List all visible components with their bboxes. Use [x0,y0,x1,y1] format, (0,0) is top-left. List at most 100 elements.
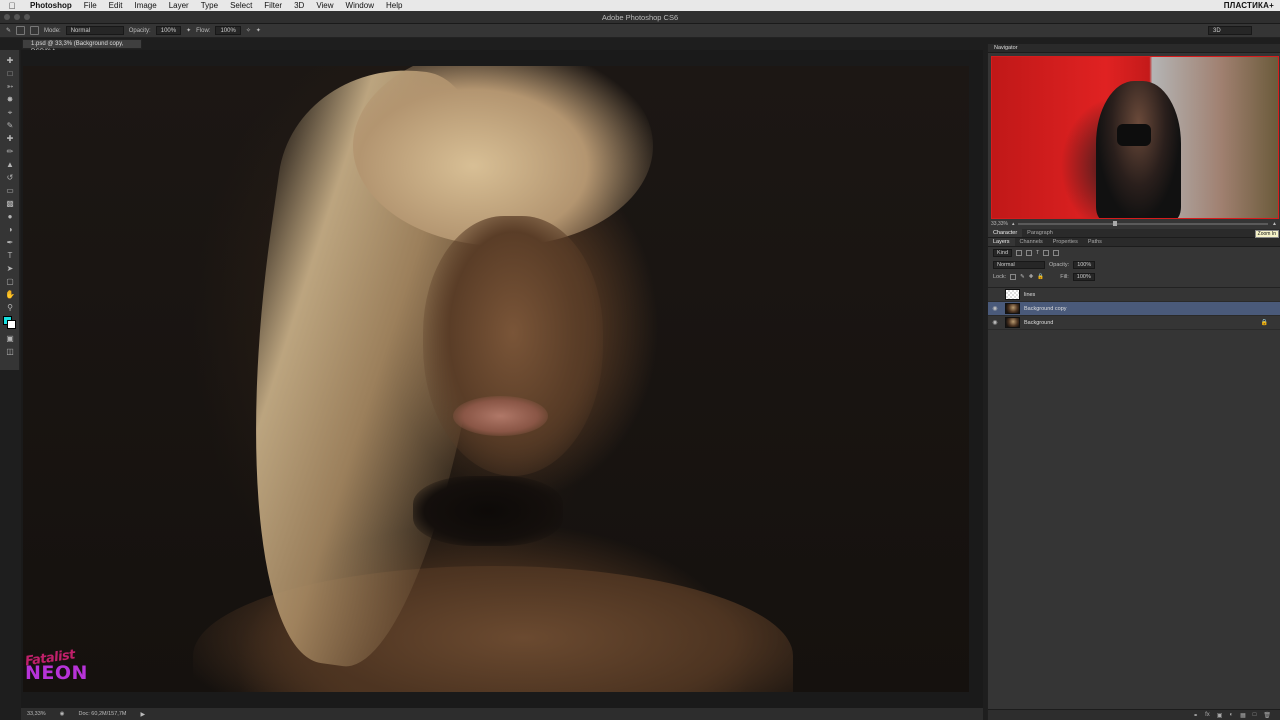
layer-name[interactable]: Background copy [1024,306,1067,312]
adjustment-layer-icon[interactable]: ◐ [1229,712,1233,718]
menu-image[interactable]: Image [128,1,162,10]
layer-row-background-copy[interactable]: ◉ Background copy [988,302,1280,316]
navigator-view-frame[interactable] [991,56,1279,219]
workspace-select[interactable]: 3D [1208,26,1252,35]
menu-file[interactable]: File [78,1,103,10]
menu-select[interactable]: Select [224,1,258,10]
airbrush-icon[interactable]: ✧ [246,27,251,34]
zoom-level-field[interactable]: 33,33% [27,711,46,717]
healing-brush-tool-icon[interactable]: ✚ [0,132,20,145]
pressure-opacity-icon[interactable]: ✦ [186,27,191,34]
new-layer-icon[interactable]: □ [1253,712,1257,718]
layer-kind-filter[interactable]: Kind [993,249,1013,257]
tab-character[interactable]: Character [988,229,1023,237]
path-select-tool-icon[interactable]: ➤ [0,262,20,275]
navigator-header[interactable]: Navigator [988,44,1280,53]
navigator-preview[interactable] [991,56,1279,219]
document-canvas[interactable]: Fatalist NEON [21,50,983,707]
tab-paragraph[interactable]: Paragraph [1022,229,1058,237]
zoom-tool-icon[interactable]: ⚲ [0,301,20,314]
gradient-tool-icon[interactable]: ▩ [0,197,20,210]
quick-mask-icon[interactable]: ▣ [0,332,20,345]
opacity-field[interactable]: 100% [155,26,182,35]
lock-image-icon[interactable]: ✎ [1020,274,1025,280]
pressure-size-icon[interactable]: ✦ [256,27,261,34]
layer-thumbnail [1005,317,1020,328]
eraser-tool-icon[interactable]: ▭ [0,184,20,197]
lock-transparent-icon[interactable] [1010,274,1017,280]
layer-row-background[interactable]: ◉ Background 🔒 [988,316,1280,330]
clone-stamp-tool-icon[interactable]: ▲ [0,158,20,171]
eye-icon[interactable]: ◉ [988,319,1002,326]
zoom-in-icon[interactable]: ▲ [1272,221,1277,227]
new-group-icon[interactable]: ▦ [1240,712,1246,719]
menu-window[interactable]: Window [340,1,380,10]
crop-tool-icon[interactable]: ⌖ [0,106,20,119]
menu-filter[interactable]: Filter [258,1,288,10]
dodge-tool-icon[interactable]: ◑ [0,223,20,236]
menu-view[interactable]: View [310,1,339,10]
tab-channels[interactable]: Channels [1015,238,1048,246]
shape-tool-icon[interactable]: ▢ [0,275,20,288]
blend-mode-select[interactable]: Normal [993,261,1045,269]
filter-smart-object-icon[interactable] [1053,250,1060,256]
layer-style-icon[interactable]: fx [1205,712,1210,718]
eyedropper-tool-icon[interactable]: ✎ [0,119,20,132]
document-tab[interactable]: 1.psd @ 33,3% (Background copy, RGB/8) * [22,39,142,55]
tab-properties[interactable]: Properties [1048,238,1083,246]
brush-tool-icon[interactable]: ✏ [0,145,20,158]
opacity-label: Opacity: [128,27,151,34]
layer-opacity-label: Opacity: [1049,262,1070,268]
status-info-icon[interactable]: ◉ [60,711,65,717]
filter-pixel-icon[interactable] [1016,250,1023,256]
layer-row-lines[interactable]: lines [988,288,1280,302]
layer-opacity-field[interactable]: 100% [1073,261,1096,269]
tab-layers[interactable]: Layers [988,238,1015,246]
layers-tabs: Layers Channels Properties Paths [988,238,1280,247]
filter-shape-icon[interactable] [1043,250,1050,256]
tab-paths[interactable]: Paths [1083,238,1107,246]
layer-name[interactable]: Background [1024,320,1053,326]
pen-tool-icon[interactable]: ✒ [0,236,20,249]
add-mask-icon[interactable]: ▣ [1217,712,1223,719]
link-layers-icon[interactable]: ⚭ [1193,712,1198,719]
mode-select[interactable]: Normal [65,26,124,35]
zoom-out-icon[interactable]: ▴ [1012,221,1015,227]
status-bar: 33,33% ◉ Doc: 60,2M/157,7M ▶ [21,707,983,720]
menu-3d[interactable]: 3D [288,1,310,10]
brush-size-picker[interactable] [16,26,26,35]
layer-name[interactable]: lines [1024,292,1035,298]
menu-type[interactable]: Type [195,1,224,10]
flow-field[interactable]: 100% [215,26,241,35]
quick-select-tool-icon[interactable]: ✸ [0,93,20,106]
navigator-zoom-value[interactable]: 33,33% [991,221,1008,227]
type-tool-icon[interactable]: T [0,249,20,262]
navigator-zoom-slider[interactable] [1018,221,1269,226]
marquee-tool-icon[interactable]: □ [0,67,20,80]
blur-tool-icon[interactable]: ● [0,210,20,223]
screen-mode-icon[interactable]: ◫ [0,345,20,358]
filter-adjustment-icon[interactable] [1026,250,1033,256]
delete-layer-icon[interactable]: 🗑 [1263,712,1271,719]
lock-label: Lock: [993,274,1007,280]
filter-type-icon[interactable]: T [1036,250,1039,256]
status-menu-arrow-icon[interactable]: ▶ [140,711,145,718]
hand-tool-icon[interactable]: ✋ [0,288,20,301]
menu-layer[interactable]: Layer [163,1,195,10]
move-tool-icon[interactable]: ✚ [0,54,20,67]
lock-all-icon[interactable]: 🔒 [1037,274,1044,280]
lasso-tool-icon[interactable]: ➳ [0,80,20,93]
history-brush-tool-icon[interactable]: ↺ [0,171,20,184]
menu-edit[interactable]: Edit [103,1,129,10]
fill-field[interactable]: 100% [1072,273,1095,281]
lock-position-icon[interactable]: ✚ [1029,274,1034,280]
brush-preset-icon[interactable]: ✎ [6,27,11,34]
brush-panel-toggle-icon[interactable] [30,26,40,35]
menu-app[interactable]: Photoshop [24,1,78,10]
apple-icon[interactable]:  [0,1,24,11]
navigator-slider-knob[interactable] [1113,221,1118,226]
menu-bar:  Photoshop File Edit Image Layer Type S… [0,0,1280,11]
menu-help[interactable]: Help [380,1,408,10]
eye-icon[interactable]: ◉ [988,305,1002,312]
background-color-swatch[interactable] [7,320,16,329]
